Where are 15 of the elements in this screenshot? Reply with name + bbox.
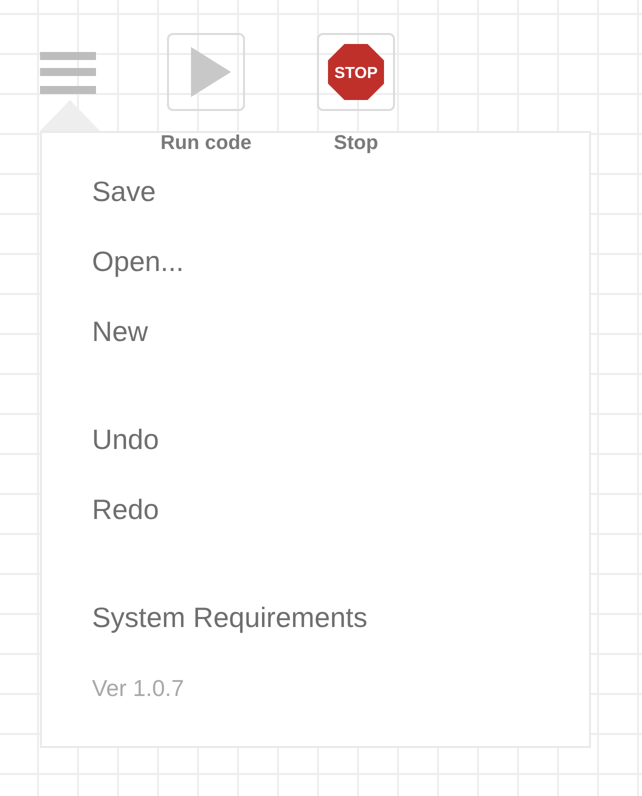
menu-item[interactable]: Undo [92,424,159,456]
menu-button[interactable] [40,52,96,94]
menu-item[interactable]: Open... [92,246,184,278]
stop-sign-icon: STOP [328,44,384,100]
play-icon [191,47,231,97]
menu-item[interactable]: New [92,316,148,348]
stop-button[interactable]: STOP [317,33,395,111]
menu-item[interactable]: System Requirements [92,602,368,634]
button-label: Stop [334,131,378,155]
run-button[interactable] [167,33,245,111]
version-text: Ver 1.0.7 [92,674,184,702]
menu-item[interactable]: Redo [92,494,159,526]
menu-icon [40,52,96,94]
menu-item[interactable]: Save [92,176,156,208]
button-label: Run code [160,131,252,155]
